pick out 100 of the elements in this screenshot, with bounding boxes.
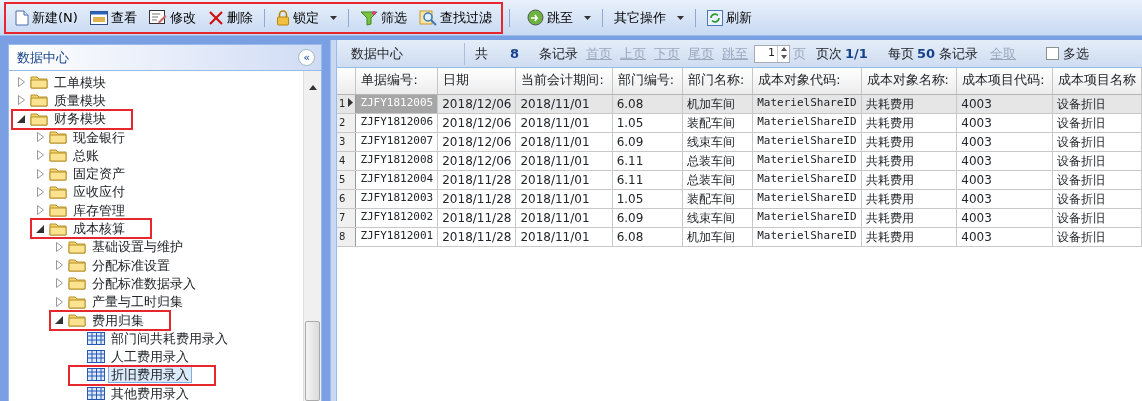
table-cell: 总装车间: [682, 151, 753, 170]
row-number: 6: [339, 193, 346, 204]
toolbar-button[interactable]: 锁定: [270, 5, 342, 30]
table-icon: [87, 368, 105, 382]
collapsed-toggle-icon[interactable]: [34, 205, 46, 216]
table-row[interactable]: 6 ZJFY1812003 2018/11/28 2018/11/01 1.05 装配车间 MaterielShareID 共耗费用 4003 设备折旧: [337, 189, 1142, 208]
collapse-button[interactable]: «: [298, 49, 315, 66]
column-header[interactable]: 成本项目名称: [1052, 68, 1142, 94]
table-cell: ZJFY1812004: [355, 170, 438, 189]
toolbar-button[interactable]: 刷新: [701, 5, 757, 30]
column-header[interactable]: 成本对象代码:: [752, 68, 862, 94]
column-header[interactable]: 日期: [437, 68, 516, 94]
table-cell: 机加车间: [682, 227, 753, 246]
expanded-toggle-icon[interactable]: [34, 224, 46, 233]
row-header[interactable]: 8: [337, 227, 356, 246]
table-row[interactable]: 2 ZJFY1812006 2018/12/06 2018/11/01 1.05 装配车间 MaterielShareID 共耗费用 4003 设备折旧: [337, 113, 1142, 132]
column-header[interactable]: 部门名称:: [682, 68, 753, 94]
checkbox[interactable]: [1046, 47, 1059, 60]
tree-item[interactable]: 成本核算: [70, 220, 128, 237]
table-cell: 设备折旧: [1052, 151, 1142, 170]
tree-item[interactable]: 固定资产: [70, 165, 128, 183]
tree-item[interactable]: 人工费用录入: [108, 348, 192, 366]
page-input[interactable]: 1: [754, 44, 791, 63]
table-cell: 6.11: [612, 170, 683, 189]
per-page-unit: 条记录: [939, 44, 978, 63]
tree-item[interactable]: 费用归集: [89, 311, 147, 329]
toolbar-button[interactable]: 跳至: [521, 5, 596, 30]
collapsed-toggle-icon[interactable]: [15, 95, 27, 106]
table-cell: 共耗费用: [861, 170, 957, 189]
table-row[interactable]: 3 ZJFY1812007 2018/12/06 2018/11/01 6.09 线束车间 MaterielShareID 共耗费用 4003 设备折旧: [337, 132, 1142, 151]
collapsed-toggle-icon[interactable]: [34, 150, 46, 161]
column-header[interactable]: 成本项目代码:: [956, 68, 1053, 94]
row-header[interactable]: 3: [337, 132, 356, 151]
tree-item[interactable]: 分配标准数据录入: [89, 274, 199, 292]
column-header[interactable]: 部门编号:: [612, 68, 683, 94]
folder-icon: [30, 93, 48, 108]
table-row[interactable]: 1 ZJFY1812005 2018/12/06 2018/11/01 6.08 机加车间 MaterielShareID 共耗费用 4003 设备折旧: [337, 94, 1142, 113]
toolbar-button[interactable]: 新建(N): [10, 5, 83, 30]
collapsed-toggle-icon[interactable]: [53, 260, 65, 271]
collapsed-toggle-icon[interactable]: [53, 278, 65, 289]
row-header[interactable]: 7: [337, 208, 356, 227]
collapsed-toggle-icon[interactable]: [53, 241, 65, 252]
tree-item[interactable]: 总账: [70, 146, 102, 164]
page-unit: 页: [793, 44, 807, 63]
table-row[interactable]: 4 ZJFY1812008 2018/12/06 2018/11/01 6.11 总装车间 MaterielShareID 共耗费用 4003 设备折旧: [337, 151, 1142, 170]
spinner-icon[interactable]: [777, 45, 790, 62]
toolbar-button[interactable]: 查看: [84, 5, 142, 30]
tree-item[interactable]: 部门间共耗费用录入: [108, 329, 231, 347]
expanded-toggle-icon[interactable]: [15, 114, 27, 123]
folder-icon: [68, 258, 86, 273]
records-label: 条记录: [539, 44, 579, 63]
toolbar-button[interactable]: 删除: [202, 5, 258, 30]
column-header[interactable]: 单据编号:: [355, 68, 438, 94]
table-cell: 2018/11/28: [437, 227, 516, 246]
tree-item[interactable]: 质量模块: [51, 91, 109, 109]
tree-item[interactable]: 基础设置与维护: [89, 238, 186, 256]
scroll-thumb[interactable]: [305, 321, 320, 401]
table-cell: MaterielShareID: [752, 189, 862, 208]
table-row[interactable]: 7 ZJFY1812002 2018/11/28 2018/11/01 6.09 线束车间 MaterielShareID 共耗费用 4003 设备折旧: [337, 208, 1142, 227]
tree-item[interactable]: 财务模块: [51, 110, 109, 128]
sidebar-title: 数据中心: [17, 48, 69, 67]
expanded-toggle-icon[interactable]: [53, 316, 65, 324]
tree-item[interactable]: 分配标准设置: [89, 256, 173, 274]
table-cell: 2018/12/06: [437, 113, 516, 132]
folder-icon: [68, 294, 86, 309]
toolbar-button[interactable]: 修改: [143, 5, 201, 30]
tree-item[interactable]: 产量与工时归集: [89, 293, 186, 311]
toolbar-button[interactable]: 查找过滤: [413, 5, 497, 30]
scroll-up-icon[interactable]: [308, 85, 317, 90]
table-cell: 2018/11/01: [515, 132, 613, 151]
column-header[interactable]: 成本对象名称:: [861, 68, 957, 94]
tree-item[interactable]: 应收应付: [70, 183, 128, 201]
folder-icon: [49, 203, 67, 218]
toolbar-button[interactable]: 其它操作: [608, 5, 689, 30]
toolbar-button[interactable]: 筛选: [354, 5, 412, 30]
tree-item[interactable]: 库存管理: [70, 201, 128, 219]
row-header[interactable]: 5: [337, 170, 356, 189]
table-row[interactable]: 5 ZJFY1812004 2018/11/28 2018/11/01 6.11 总装车间 MaterielShareID 共耗费用 4003 设备折旧: [337, 170, 1142, 189]
scrollbar[interactable]: [303, 71, 321, 401]
table-row[interactable]: 8 ZJFY1812001 2018/11/28 2018/11/01 6.08 机加车间 MaterielShareID 共耗费用 4003 设备折旧: [337, 227, 1142, 246]
tree-item[interactable]: 现金银行: [70, 128, 128, 146]
table-cell: MaterielShareID: [752, 208, 862, 227]
column-header[interactable]: 当前会计期间:: [515, 68, 613, 94]
row-header[interactable]: 6: [337, 189, 356, 208]
row-header[interactable]: 1: [337, 94, 356, 113]
folder-icon: [49, 130, 67, 145]
tree-item[interactable]: 工单模块: [51, 73, 109, 91]
window-icon: [89, 10, 108, 25]
tree-item[interactable]: 其他费用录入: [108, 384, 192, 401]
row-number: 3: [339, 136, 346, 147]
collapsed-toggle-icon[interactable]: [34, 132, 46, 143]
collapsed-toggle-icon[interactable]: [15, 77, 27, 88]
collapsed-toggle-icon[interactable]: [34, 168, 46, 179]
table-cell: 2018/11/01: [515, 170, 613, 189]
table-cell: 6.09: [612, 132, 683, 151]
table-cell: 4003: [956, 189, 1053, 208]
collapsed-toggle-icon[interactable]: [34, 186, 46, 197]
row-header[interactable]: 4: [337, 151, 356, 170]
row-header[interactable]: 2: [337, 113, 356, 132]
collapsed-toggle-icon[interactable]: [53, 296, 65, 307]
